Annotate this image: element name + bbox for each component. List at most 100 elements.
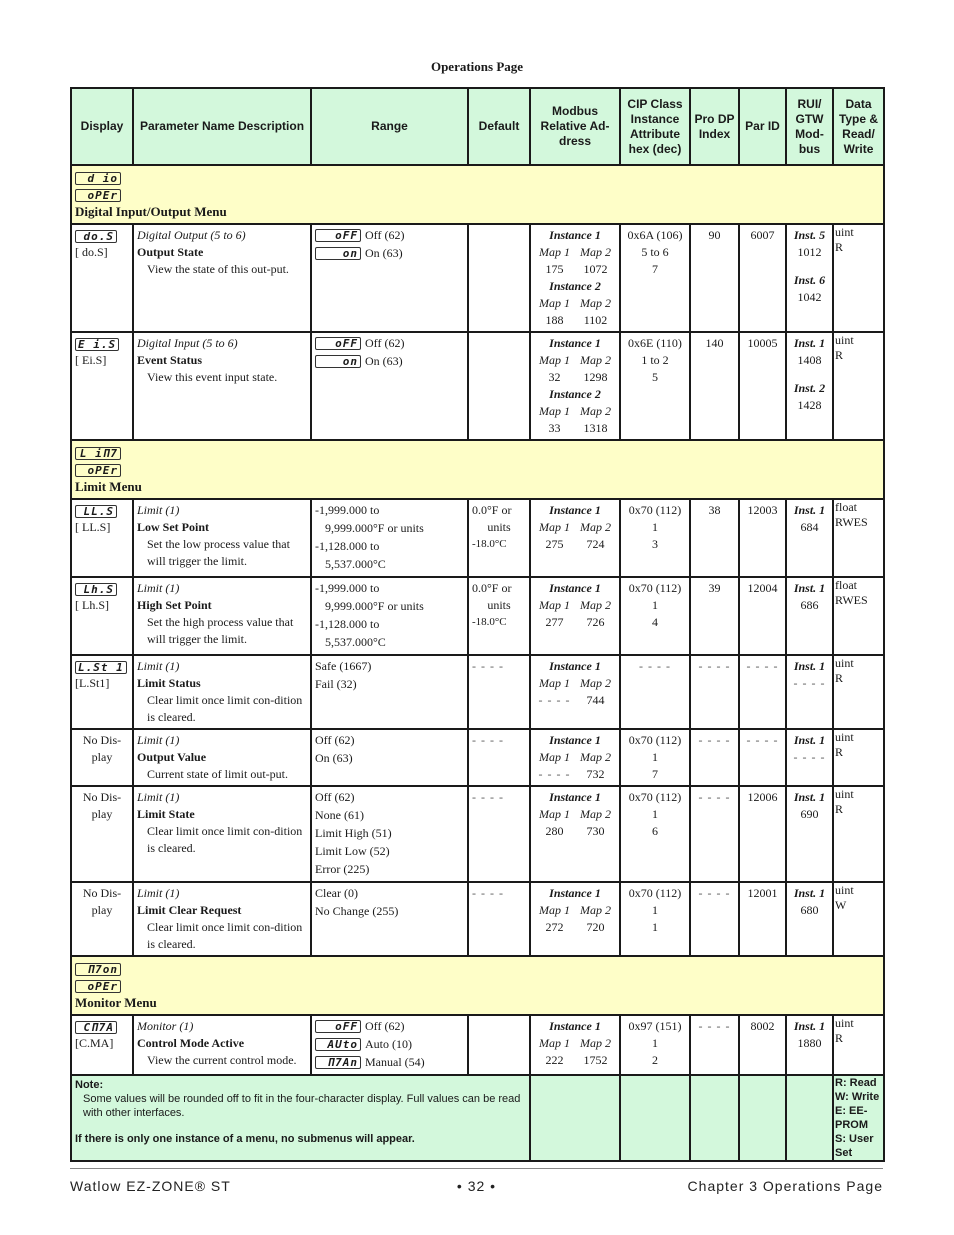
cip-value: 5 to 6 — [641, 245, 669, 259]
cip-value: 1 — [652, 750, 658, 764]
note-empty-cell — [689, 1074, 740, 1162]
default-cell: - - - - — [467, 654, 531, 730]
range-option-text: No Change (255) — [315, 904, 399, 918]
rw-legend: R: Read W: Write E: EE-PROM S: User Set — [832, 1074, 885, 1162]
map2-label: Map 2 — [580, 807, 611, 821]
modbus-instance: Instance 1 Map 1 Map 2 222 1752 — [534, 1018, 616, 1069]
datatype-cell: uint R — [832, 331, 885, 441]
note-row: Note: Some values will be rounded off to … — [70, 1074, 885, 1162]
range-option: Safe (1667) — [315, 658, 464, 675]
parameter-name: Event Status — [137, 353, 203, 367]
rui-instance: Inst. 1 — [793, 1019, 826, 1033]
cip-value: 0x6E (110) — [628, 336, 682, 350]
data-type: uint — [835, 787, 854, 801]
table-row: L.St 1 [L.St1] Limit (1) Limit Status Clear … — [70, 654, 885, 730]
modbus-instance-label: Instance 2 — [549, 279, 601, 293]
prodp-cell: - - - - — [689, 1014, 740, 1076]
note-footer: If there is only one instance of a menu,… — [75, 1133, 415, 1145]
map1-value: - - - - — [538, 767, 571, 781]
parameter-description: Current state of limit out-put. — [147, 767, 288, 781]
range-option-text: 9,999.000°F or units — [325, 599, 424, 613]
default-value: 0.0°F or — [472, 503, 512, 517]
range-option: on On (63) — [315, 353, 464, 370]
range-option: oFF Off (62) — [315, 1018, 464, 1035]
parameter-group: Limit (1) — [137, 503, 180, 517]
map2-value: 726 — [586, 615, 605, 629]
range-option: Limit Low (52) — [315, 843, 464, 860]
note-cell: Note: Some values will be rounded off to … — [70, 1074, 531, 1162]
display-code: No Dis-play — [82, 886, 122, 917]
modbus-cell: Instance 1 Map 1 Map 2 277 726 — [529, 576, 621, 656]
range-option-text: Limit High (51) — [315, 826, 392, 840]
read-write: R — [835, 671, 844, 685]
parameter-cell: Limit (1) Limit Status Clear limit once li… — [132, 654, 312, 730]
range-option: -1,128.000 to — [315, 538, 464, 555]
header-display: Display — [70, 87, 134, 166]
modbus-instance-label: Instance 2 — [549, 387, 601, 401]
modbus-cell: Instance 1 Map 1 Map 2 32 1298 Instance 2 Map … — [529, 331, 621, 441]
rui-value: - - - - — [793, 676, 826, 690]
map1-label: Map 1 — [539, 296, 570, 310]
map2-value: 1298 — [583, 370, 608, 384]
range-cell: Clear (0) No Change (255) — [310, 881, 469, 957]
parameter-group: Monitor (1) — [137, 1019, 194, 1033]
rui-instance: Inst. 1 — [793, 886, 826, 900]
range-option: 9,999.000°F or units — [315, 520, 464, 537]
display-cell: Lh.S [ Lh.S] — [70, 576, 134, 656]
display-cell: CΠ7A [C.MA] — [70, 1014, 134, 1076]
data-type: uint — [835, 656, 854, 670]
rui-cell: Inst. 1 - - - - — [785, 654, 834, 730]
lcd-range-value: AUto — [315, 1038, 361, 1051]
map2-value: 1072 — [583, 262, 608, 276]
note-body: Some values will be rounded off to fit i… — [83, 1093, 521, 1119]
parid-cell: - - - - — [738, 654, 787, 730]
map1-label: Map 1 — [539, 676, 570, 690]
range-option-text: Clear (0) — [315, 886, 358, 900]
modbus-instance: Instance 1 Map 1 Map 2 175 1072 — [534, 227, 616, 278]
range-option: 5,537.000°C — [315, 556, 464, 573]
table-row: Lh.S [ Lh.S] Limit (1) High Set Point Set th… — [70, 576, 885, 656]
rui-cell: Inst. 1 690 — [785, 785, 834, 883]
cip-value: 1 — [652, 920, 658, 934]
rui-instance: Inst. 1 — [793, 790, 826, 804]
range-option: None (61) — [315, 807, 464, 824]
range-cell: Off (62) On (63) — [310, 728, 469, 787]
map1-label: Map 1 — [539, 598, 570, 612]
menu-header-cell: d io oPEr Digital Input/Output Menu — [70, 164, 885, 225]
cip-value: 1 — [652, 598, 658, 612]
map1-value: 275 — [545, 537, 564, 551]
map1-value: 32 — [548, 370, 561, 384]
range-cell: -1,999.000 to 9,999.000°F or units -1,128.… — [310, 576, 469, 656]
parameter-name: Limit Status — [137, 676, 201, 690]
menu-name: Monitor Menu — [75, 995, 157, 1010]
rui-value: 690 — [800, 807, 819, 821]
default-cell: 0.0°F or units -18.0°C — [467, 498, 531, 578]
lcd-range-value: on — [315, 247, 361, 260]
header-parameter: Parameter Name Description — [132, 87, 312, 166]
range-option-text: Off (62) — [365, 1019, 405, 1033]
map2-label: Map 2 — [580, 598, 611, 612]
lcd-menu-code: Π7on — [75, 962, 121, 976]
modbus-cell: Instance 1 Map 1 Map 2 - - - - 744 — [529, 654, 621, 730]
read-write: R — [835, 745, 844, 759]
lcd-range-value: oFF — [315, 1020, 361, 1033]
display-cell: No Dis-play — [70, 785, 134, 883]
cip-value: 0x70 (112) — [628, 790, 682, 804]
range-option: 9,999.000°F or units — [315, 598, 464, 615]
cip-value: 1 — [652, 903, 658, 917]
read-write: R — [835, 1031, 844, 1045]
cip-value: 0x6A (106) — [627, 228, 683, 242]
map2-label: Map 2 — [580, 676, 611, 690]
range-cell: oFF Off (62) AUto Auto (10) Π7An Manual (54) — [310, 1014, 469, 1076]
parid-value: 8002 — [750, 1019, 775, 1033]
map1-value: 175 — [545, 262, 564, 276]
parid-cell: 12006 — [738, 785, 787, 883]
default-cell: 0.0°F or units -18.0°C — [467, 576, 531, 656]
cip-value: 6 — [652, 824, 658, 838]
modbus-instance: Instance 1 Map 1 Map 2 275 724 — [534, 502, 616, 553]
footer-divider — [70, 1168, 883, 1169]
parameter-cell: Limit (1) Output Value Current state of li… — [132, 728, 312, 787]
cip-cell: 0x6A (106) 5 to 6 7 — [619, 223, 691, 333]
parameter-cell: Digital Output (5 to 6) Output State View … — [132, 223, 312, 333]
map2-value: 1318 — [583, 421, 608, 435]
